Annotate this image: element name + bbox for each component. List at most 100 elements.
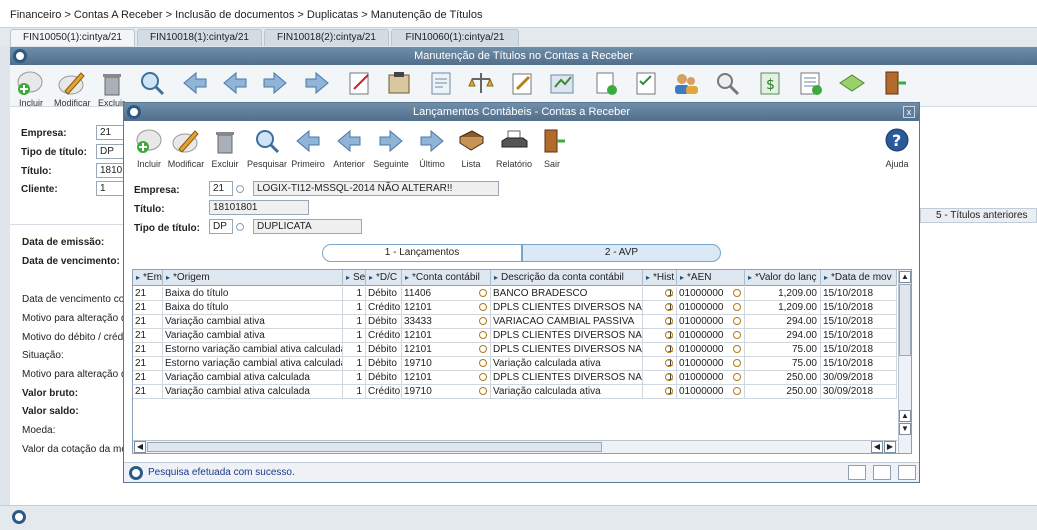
instructions-icon[interactable]: [384, 69, 414, 97]
document-add-icon[interactable]: [590, 69, 620, 97]
edit-icon[interactable]: [57, 69, 87, 97]
scroll-thumb[interactable]: [899, 284, 911, 356]
query-icon[interactable]: [713, 69, 743, 97]
checklist-icon[interactable]: [631, 69, 661, 97]
scroll-left-icon[interactable]: ◀: [134, 441, 146, 453]
dialog-empresa-field[interactable]: 21: [209, 181, 233, 196]
notes-icon[interactable]: [426, 69, 456, 97]
dialog-sair-button[interactable]: Sair: [532, 127, 572, 171]
empresa-field[interactable]: 21: [96, 125, 126, 140]
scroll-up-icon[interactable]: ▲: [899, 410, 911, 422]
last-icon[interactable]: [302, 69, 332, 97]
table-row[interactable]: 21 Baixa do título 1 Débito 11406 BANCO BRADE…: [133, 287, 897, 301]
table-row[interactable]: 21 Variação cambial ativa calculada 1 Débit…: [133, 371, 897, 385]
dialog-ajuda-button[interactable]: ? Ajuda: [877, 127, 917, 171]
scroll-right-icon[interactable]: ▶: [884, 441, 896, 453]
grid-header-cell[interactable]: *AEN: [677, 270, 745, 286]
vertical-scrollbar[interactable]: ▲ ▲ ▼: [898, 270, 911, 453]
dialog-tipo-titulo-field[interactable]: DP: [209, 219, 233, 234]
lookup-icon[interactable]: [733, 387, 741, 395]
chat-icon[interactable]: [898, 465, 916, 480]
horizontal-scrollbar[interactable]: ◀ ◀ ▶: [133, 440, 897, 453]
grid-header-cell[interactable]: Descrição da conta contábil: [491, 270, 643, 286]
movement-icon[interactable]: [547, 69, 577, 97]
table-row[interactable]: 21 Variação cambial ativa calculada 1 Crédi…: [133, 385, 897, 399]
close-icon[interactable]: x: [903, 106, 915, 118]
tab-avp[interactable]: 2 - AVP: [522, 244, 721, 262]
lookup-icon[interactable]: [733, 303, 741, 311]
table-row[interactable]: 21 Variação cambial ativa 1 Débito 33433 VARI…: [133, 315, 897, 329]
lookup-icon[interactable]: [479, 303, 487, 311]
lookup-icon[interactable]: [479, 345, 487, 353]
document-edit-icon[interactable]: [344, 69, 374, 97]
add-icon[interactable]: [15, 69, 45, 97]
tab-fin10018-1[interactable]: FIN10018(1):cintya/21: [137, 29, 262, 46]
lookup-icon[interactable]: [479, 317, 487, 325]
lookup-icon[interactable]: [665, 331, 673, 339]
tab-fin10050[interactable]: FIN10050(1):cintya/21: [10, 29, 135, 46]
cliente-field[interactable]: 1: [96, 181, 126, 196]
grid-header-cell[interactable]: *D/C: [366, 270, 402, 286]
lookup-icon[interactable]: [733, 359, 741, 367]
money-icon[interactable]: $: [755, 69, 785, 97]
grid-header-cell[interactable]: *Data de mov: [821, 270, 897, 286]
tipo-lookup-icon[interactable]: [236, 221, 244, 233]
expand-icon[interactable]: [848, 465, 866, 480]
users-icon[interactable]: [671, 69, 701, 97]
print-preview-icon[interactable]: [873, 465, 891, 480]
lookup-icon[interactable]: [733, 373, 741, 381]
lookup-icon[interactable]: [479, 331, 487, 339]
lookup-icon[interactable]: [733, 331, 741, 339]
trash-icon[interactable]: [97, 69, 127, 97]
scroll-up-icon[interactable]: ▲: [899, 271, 911, 283]
lookup-icon[interactable]: [665, 387, 673, 395]
grid-header-cell[interactable]: Seq: [343, 270, 366, 286]
nf-icon[interactable]: [795, 69, 825, 97]
lookup-icon[interactable]: [733, 289, 741, 297]
lookup-icon[interactable]: [479, 373, 487, 381]
dialog-lista-button[interactable]: Lista: [451, 127, 491, 171]
cell-text: 11406: [404, 288, 432, 299]
grid-header-cell[interactable]: *Hist: [643, 270, 677, 286]
previous-titles-tab[interactable]: 5 - Títulos anteriores: [920, 208, 1037, 223]
first-icon[interactable]: [180, 69, 210, 97]
lookup-icon[interactable]: [665, 373, 673, 381]
scroll-left-icon[interactable]: ◀: [871, 441, 883, 453]
lookup-icon[interactable]: [665, 359, 673, 367]
cell-text: 01000000: [679, 302, 724, 313]
exit-icon[interactable]: [878, 69, 908, 97]
lookup-icon[interactable]: [665, 303, 673, 311]
hscroll-thumb[interactable]: [147, 442, 602, 452]
lookup-icon[interactable]: [479, 359, 487, 367]
table-row[interactable]: 21 Variação cambial ativa 1 Crédito 12101 DPL…: [133, 329, 897, 343]
details-icon[interactable]: [836, 69, 866, 97]
balance-icon[interactable]: [466, 69, 496, 97]
lookup-icon[interactable]: [479, 289, 487, 297]
scroll-down-icon[interactable]: ▼: [899, 423, 911, 435]
lookup-icon[interactable]: [665, 289, 673, 297]
tab-fin10060[interactable]: FIN10060(1):cintya/21: [391, 29, 519, 46]
next-icon[interactable]: [260, 69, 290, 97]
lookup-icon[interactable]: [665, 345, 673, 353]
table-row[interactable]: 21 Estorno variação cambial ativa calcula…: [133, 343, 897, 357]
lookup-icon[interactable]: [733, 317, 741, 325]
table-cell: 1: [643, 385, 677, 399]
table-row[interactable]: 21 Estorno variação cambial ativa calcula…: [133, 357, 897, 371]
table-row[interactable]: 21 Baixa do título 1 Crédito 12101 DPLS CLIEN…: [133, 301, 897, 315]
lookup-icon[interactable]: [479, 387, 487, 395]
tab-lancamentos[interactable]: 1 - Lançamentos: [322, 244, 522, 262]
search-icon[interactable]: [137, 69, 167, 97]
grid-header-cell[interactable]: *Origem: [163, 270, 343, 286]
previous-icon[interactable]: [220, 69, 250, 97]
table-cell: Crédito: [368, 329, 402, 343]
tab-fin10018-2[interactable]: FIN10018(2):cintya/21: [264, 29, 389, 46]
grid-header-cell[interactable]: *Valor do lanç: [745, 270, 821, 286]
grid-header-cell[interactable]: *Emp: [133, 270, 163, 286]
lookup-icon[interactable]: [733, 345, 741, 353]
edit-document-icon[interactable]: [507, 69, 537, 97]
dialog-title-text: Lançamentos Contábeis - Contas a Receber: [412, 106, 631, 118]
tipo-titulo-field[interactable]: DP: [96, 144, 126, 159]
empresa-lookup-icon[interactable]: [236, 183, 244, 195]
lookup-icon[interactable]: [665, 317, 673, 325]
grid-header-cell[interactable]: *Conta contábil: [402, 270, 491, 286]
